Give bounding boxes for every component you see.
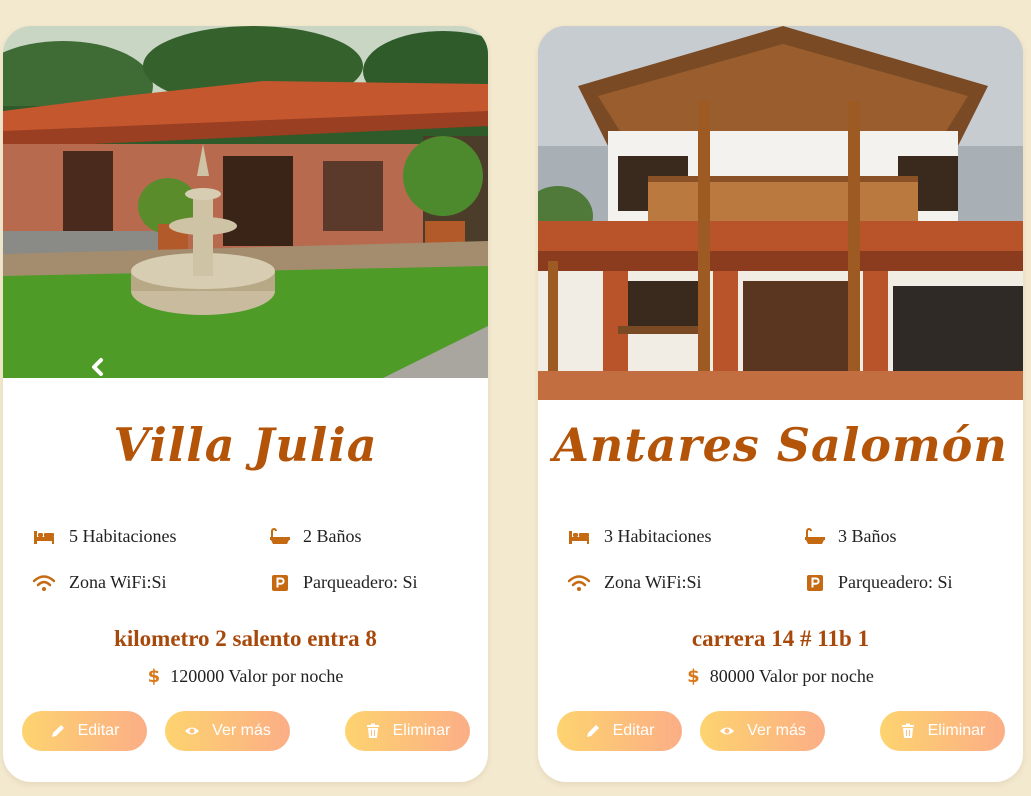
bathtub-icon xyxy=(269,527,291,546)
parking-label: Parqueadero: Si xyxy=(838,572,953,592)
chevron-left-icon xyxy=(92,358,103,376)
trash-icon xyxy=(900,723,916,739)
rooms-feature: 3 Habitaciones xyxy=(568,526,711,547)
carousel-prev-button[interactable] xyxy=(87,356,109,378)
property-address: carrera 14 # 11b 1 xyxy=(691,626,870,651)
delete-button-label: Eliminar xyxy=(927,722,986,739)
rooms-label: 5 Habitaciones xyxy=(69,526,177,546)
dollar-icon: $ xyxy=(147,666,161,687)
view-more-button-label: Ver más xyxy=(212,722,271,739)
wifi-label: Zona WiFi:Si xyxy=(69,572,167,592)
property-price: $80000 Valor por noche xyxy=(538,666,1023,687)
pencil-icon xyxy=(585,723,601,739)
parking-feature: Parqueadero: Si xyxy=(269,572,417,593)
wifi-feature: Zona WiFi:Si xyxy=(567,572,702,593)
price-label: 120000 Valor por noche xyxy=(170,666,344,686)
delete-button[interactable]: Eliminar xyxy=(345,711,470,751)
baths-label: 2 Baños xyxy=(303,526,362,546)
baths-feature: 3 Baños xyxy=(804,526,897,547)
property-card: Villa Julia 5 Habitaciones 2 Baños Zona … xyxy=(3,26,488,782)
baths-feature: 2 Baños xyxy=(269,526,362,547)
property-card: Antares Salomón 3 Habitaciones 3 Baños Z… xyxy=(538,26,1023,782)
view-more-button-label: Ver más xyxy=(747,722,806,739)
property-photo xyxy=(3,26,488,378)
baths-label: 3 Baños xyxy=(838,526,897,546)
rooms-label: 3 Habitaciones xyxy=(604,526,712,546)
parking-feature: Parqueadero: Si xyxy=(804,572,952,593)
pencil-icon xyxy=(50,723,66,739)
rooms-feature: 5 Habitaciones xyxy=(33,526,176,547)
property-photo xyxy=(538,26,1023,400)
wifi-label: Zona WiFi:Si xyxy=(604,572,702,592)
parking-label: Parqueadero: Si xyxy=(303,572,418,592)
dollar-icon: $ xyxy=(687,666,700,687)
property-price: $120000 Valor por noche xyxy=(3,666,488,687)
edit-button[interactable]: Editar xyxy=(557,711,682,751)
parking-icon xyxy=(269,574,291,592)
edit-button[interactable]: Editar xyxy=(22,711,147,751)
price-label: 80000 Valor por noche xyxy=(709,666,874,686)
property-title: Villa Julia xyxy=(113,418,378,472)
wifi-feature: Zona WiFi:Si xyxy=(32,572,167,593)
delete-button-label: Eliminar xyxy=(392,722,451,739)
property-address: kilometro 2 salento entra 8 xyxy=(114,626,377,651)
delete-button[interactable]: Eliminar xyxy=(880,711,1005,751)
view-more-button[interactable]: Ver más xyxy=(700,711,825,751)
bathtub-icon xyxy=(804,527,826,546)
trash-icon xyxy=(365,723,381,739)
wifi-icon xyxy=(567,574,591,592)
view-more-button[interactable]: Ver más xyxy=(165,711,290,751)
parking-icon xyxy=(804,574,826,592)
edit-button-label: Editar xyxy=(612,722,655,739)
edit-button-label: Editar xyxy=(77,722,120,739)
eye-icon xyxy=(184,723,200,739)
bed-icon xyxy=(568,528,590,546)
bed-icon xyxy=(33,528,55,546)
property-title: Antares Salomón xyxy=(553,418,1008,472)
eye-icon xyxy=(719,723,735,739)
wifi-icon xyxy=(32,574,56,592)
